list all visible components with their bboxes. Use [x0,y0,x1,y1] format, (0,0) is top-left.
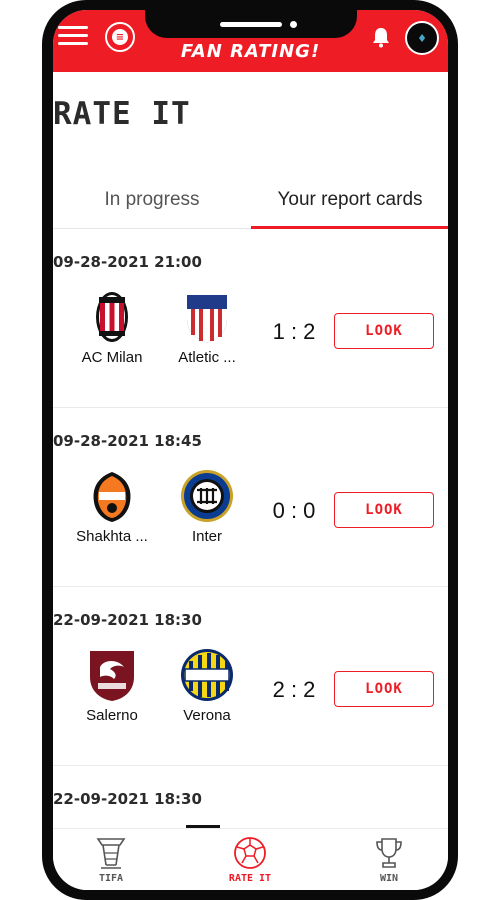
home-team-name: AC Milan [81,349,143,366]
speaker-grille [220,22,282,27]
bell-icon[interactable] [371,26,391,48]
nav-label: RATE IT [228,873,272,884]
away-team: Atletic ... [168,289,246,366]
nav-item-win[interactable]: WIN [329,835,448,884]
match-datetime: 09-28-2021 18:45 [53,432,202,450]
away-team: Verona [168,647,246,724]
tab-your-report-cards[interactable]: Your report cards [251,172,448,228]
camera-dot [290,21,297,28]
bottom-navigation: TIFA RATE IT WIN [53,828,448,890]
look-button[interactable]: LOOK [334,313,434,349]
match-card: 09-28-2021 21:00 AC Milan Atletic ... 1 … [53,229,448,408]
match-card: 09-28-2021 18:45 Shakhta ... Inter 0 : 0… [53,408,448,587]
ac-milan-crest-icon [96,292,128,342]
app-screen: ≡ FAN RATING! ♦ RATE IT In progress Your… [53,10,448,890]
nav-label: TIFA [98,873,124,884]
away-team: Inter [168,468,246,545]
nav-label: WIN [379,873,399,884]
soccer-ball-icon [234,837,266,869]
salernitana-crest-icon [90,651,134,701]
inter-crest-icon [181,470,233,522]
match-datetime: 09-28-2021 21:00 [53,253,202,271]
look-button[interactable]: LOOK [334,492,434,528]
away-team-name: Inter [191,528,222,545]
page-title: RATE IT [53,96,191,132]
match-datetime: 22-09-2021 18:30 [53,790,202,808]
match-score: 1 : 2 [272,319,316,344]
verona-crest-icon [181,649,233,701]
phone-notch [145,10,357,38]
shakhtar-crest-icon [93,472,131,522]
match-card: 22-09-2021 18:30 Salerno Verona 2 : 2 LO… [53,587,448,766]
match-datetime: 22-09-2021 18:30 [53,611,202,629]
trophy-icon [376,838,402,868]
home-team: AC Milan [73,289,151,366]
away-team-name: Atletic ... [178,349,236,366]
home-team: Salerno [73,647,151,724]
tab-bar: In progress Your report cards [53,172,448,229]
home-team: Shakhta ... [73,468,151,545]
tab-in-progress[interactable]: In progress [53,172,251,228]
home-team-name: Salerno [86,707,138,724]
nav-item-rate-it[interactable]: RATE IT [190,835,310,884]
stadium-icon [96,838,126,869]
avatar[interactable]: ♦ [405,21,439,55]
look-button[interactable]: LOOK [334,671,434,707]
nav-item-tifa[interactable]: TIFA [53,835,171,884]
away-team-name: Verona [183,707,231,724]
atletico-crest-icon [187,295,227,343]
home-team-name: Shakhta ... [76,528,148,545]
match-score: 2 : 2 [272,677,316,702]
match-score: 0 : 0 [272,498,316,523]
